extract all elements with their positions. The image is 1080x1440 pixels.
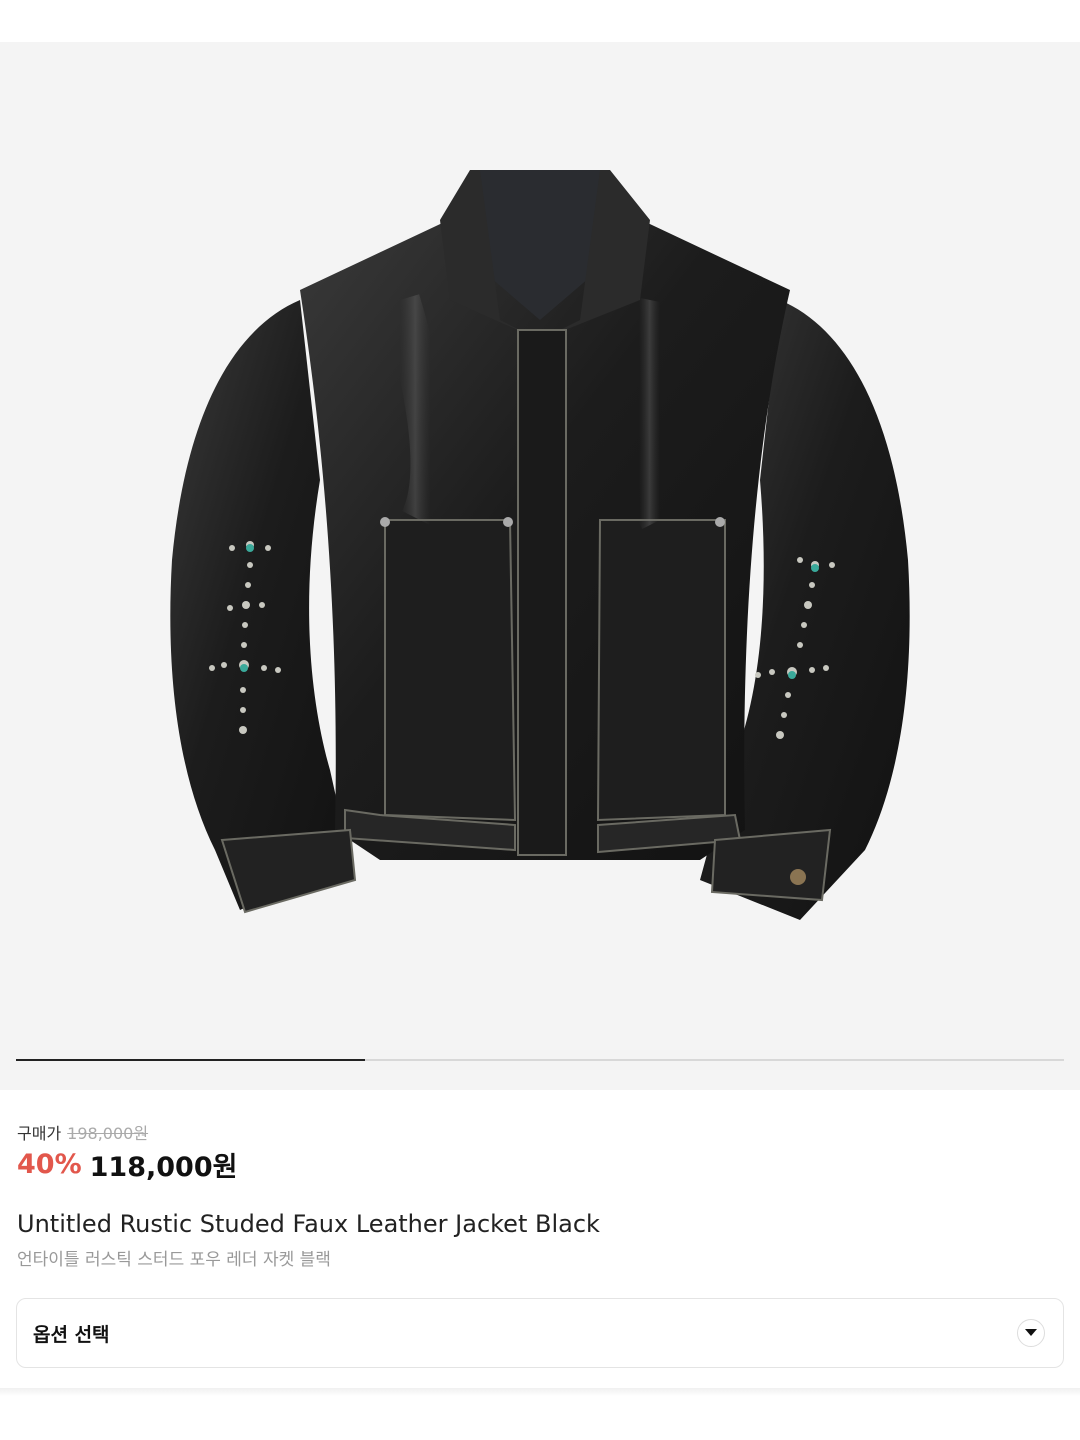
product-name-korean: 언타이틀 러스틱 스터드 포우 레더 자켓 블랙 xyxy=(17,1250,331,1270)
top-bar xyxy=(0,0,1080,42)
sale-price: 118,000원 xyxy=(89,1151,238,1183)
discount-rate: 40% xyxy=(17,1148,82,1180)
price-row: 구매가 198,000원 xyxy=(17,1120,148,1144)
gallery-progress-track xyxy=(16,1059,1064,1061)
bottom-bar xyxy=(0,1388,1080,1440)
gallery-progress-fill xyxy=(16,1059,365,1061)
product-name: Untitled Rustic Studed Faux Leather Jack… xyxy=(17,1210,600,1238)
product-image-gallery[interactable] xyxy=(0,42,1080,1090)
leather-jacket-image xyxy=(170,170,910,920)
original-price: 198,000원 xyxy=(67,1124,149,1143)
chevron-down-icon[interactable] xyxy=(1017,1319,1045,1347)
option-select-dropdown[interactable]: 옵션 선택 xyxy=(16,1298,1064,1368)
price-label: 구매가 xyxy=(17,1124,62,1143)
sale-price-row: 40% 118,000원 xyxy=(17,1146,238,1183)
option-select-label: 옵션 선택 xyxy=(33,1323,110,1346)
